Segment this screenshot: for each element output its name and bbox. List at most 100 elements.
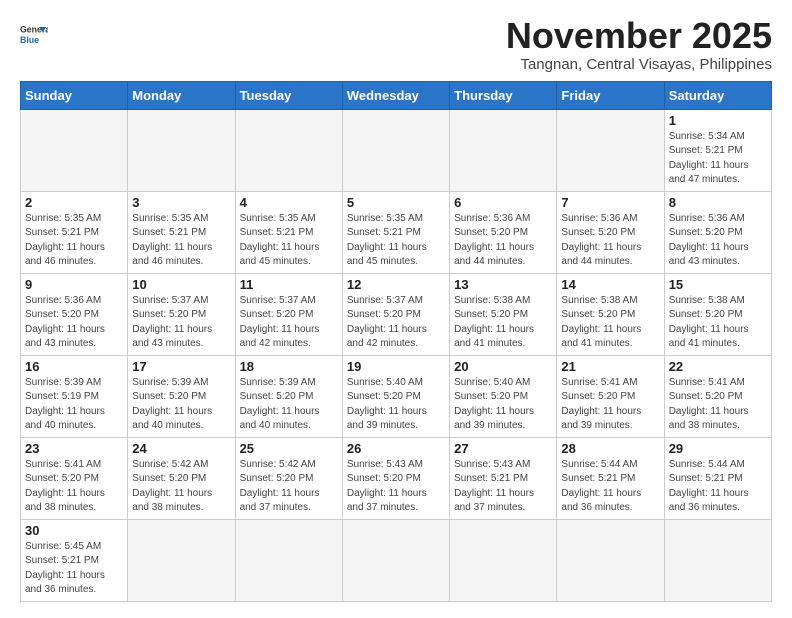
calendar-cell <box>342 519 449 601</box>
day-number: 5 <box>347 195 445 210</box>
day-info: Sunrise: 5:35 AM Sunset: 5:21 PM Dayligh… <box>132 212 230 270</box>
day-info: Sunrise: 5:44 AM Sunset: 5:21 PM Dayligh… <box>669 458 767 516</box>
day-info: Sunrise: 5:43 AM Sunset: 5:20 PM Dayligh… <box>347 458 445 516</box>
location-title: Tangnan, Central Visayas, Philippines <box>506 56 772 73</box>
month-title: November 2025 <box>506 16 772 56</box>
day-number: 30 <box>25 523 123 538</box>
day-number: 18 <box>240 359 338 374</box>
calendar-week-row: 9 Sunrise: 5:36 AM Sunset: 5:20 PM Daylig… <box>21 273 772 355</box>
day-number: 4 <box>240 195 338 210</box>
day-number: 25 <box>240 441 338 456</box>
day-number: 28 <box>561 441 659 456</box>
day-number: 22 <box>669 359 767 374</box>
calendar-cell: 15 Sunrise: 5:38 AM Sunset: 5:20 PM Dayli… <box>664 273 771 355</box>
day-info: Sunrise: 5:35 AM Sunset: 5:21 PM Dayligh… <box>347 212 445 270</box>
day-number: 13 <box>454 277 552 292</box>
calendar-cell <box>21 109 128 191</box>
calendar-week-row: 2 Sunrise: 5:35 AM Sunset: 5:21 PM Daylig… <box>21 191 772 273</box>
calendar-cell: 21Sunrise: 5:41 AM Sunset: 5:20 PM Dayli… <box>557 355 664 437</box>
svg-text:Blue: Blue <box>20 35 39 45</box>
title-block: November 2025 Tangnan, Central Visayas, … <box>506 16 772 73</box>
day-number: 14 <box>561 277 659 292</box>
day-info: Sunrise: 5:36 AM Sunset: 5:20 PM Dayligh… <box>454 212 552 270</box>
day-number: 27 <box>454 441 552 456</box>
day-number: 1 <box>669 113 767 128</box>
day-info: Sunrise: 5:40 AM Sunset: 5:20 PM Dayligh… <box>347 376 445 434</box>
day-info: Sunrise: 5:35 AM Sunset: 5:21 PM Dayligh… <box>25 212 123 270</box>
calendar-cell <box>342 109 449 191</box>
calendar-cell: 26 Sunrise: 5:43 AM Sunset: 5:20 PM Dayli… <box>342 437 449 519</box>
calendar-cell <box>450 109 557 191</box>
day-info: Sunrise: 5:45 AM Sunset: 5:21 PM Dayligh… <box>25 540 123 598</box>
weekday-header-sunday: Sunday <box>21 81 128 109</box>
calendar-cell: 24 Sunrise: 5:42 AM Sunset: 5:20 PM Dayli… <box>128 437 235 519</box>
day-number: 11 <box>240 277 338 292</box>
day-info: Sunrise: 5:35 AM Sunset: 5:21 PM Dayligh… <box>240 212 338 270</box>
calendar-week-row: 1Sunrise: 5:34 AM Sunset: 5:21 PM Daylig… <box>21 109 772 191</box>
calendar-cell: 2 Sunrise: 5:35 AM Sunset: 5:21 PM Daylig… <box>21 191 128 273</box>
calendar-table: SundayMondayTuesdayWednesdayThursdayFrid… <box>20 81 772 602</box>
day-info: Sunrise: 5:39 AM Sunset: 5:20 PM Dayligh… <box>240 376 338 434</box>
day-number: 8 <box>669 195 767 210</box>
day-number: 2 <box>25 195 123 210</box>
calendar-cell: 1Sunrise: 5:34 AM Sunset: 5:21 PM Daylig… <box>664 109 771 191</box>
day-number: 19 <box>347 359 445 374</box>
day-info: Sunrise: 5:41 AM Sunset: 5:20 PM Dayligh… <box>669 376 767 434</box>
calendar-cell <box>557 519 664 601</box>
day-number: 15 <box>669 277 767 292</box>
calendar-cell <box>128 109 235 191</box>
day-number: 16 <box>25 359 123 374</box>
calendar-cell: 18 Sunrise: 5:39 AM Sunset: 5:20 PM Dayli… <box>235 355 342 437</box>
calendar-cell: 13 Sunrise: 5:38 AM Sunset: 5:20 PM Dayli… <box>450 273 557 355</box>
calendar-cell: 11 Sunrise: 5:37 AM Sunset: 5:20 PM Dayli… <box>235 273 342 355</box>
day-number: 29 <box>669 441 767 456</box>
weekday-header-thursday: Thursday <box>450 81 557 109</box>
day-info: Sunrise: 5:37 AM Sunset: 5:20 PM Dayligh… <box>347 294 445 352</box>
calendar-cell <box>557 109 664 191</box>
calendar-cell: 27Sunrise: 5:43 AM Sunset: 5:21 PM Dayli… <box>450 437 557 519</box>
day-info: Sunrise: 5:42 AM Sunset: 5:20 PM Dayligh… <box>132 458 230 516</box>
weekday-header-monday: Monday <box>128 81 235 109</box>
day-info: Sunrise: 5:36 AM Sunset: 5:20 PM Dayligh… <box>25 294 123 352</box>
day-info: Sunrise: 5:38 AM Sunset: 5:20 PM Dayligh… <box>454 294 552 352</box>
calendar-cell <box>450 519 557 601</box>
calendar-cell: 22 Sunrise: 5:41 AM Sunset: 5:20 PM Dayli… <box>664 355 771 437</box>
calendar-cell <box>235 109 342 191</box>
calendar-cell: 25 Sunrise: 5:42 AM Sunset: 5:20 PM Dayli… <box>235 437 342 519</box>
calendar-cell: 4 Sunrise: 5:35 AM Sunset: 5:21 PM Daylig… <box>235 191 342 273</box>
weekday-header-wednesday: Wednesday <box>342 81 449 109</box>
day-info: Sunrise: 5:37 AM Sunset: 5:20 PM Dayligh… <box>240 294 338 352</box>
day-number: 12 <box>347 277 445 292</box>
calendar-cell: 17Sunrise: 5:39 AM Sunset: 5:20 PM Dayli… <box>128 355 235 437</box>
weekday-header-tuesday: Tuesday <box>235 81 342 109</box>
day-number: 24 <box>132 441 230 456</box>
day-info: Sunrise: 5:44 AM Sunset: 5:21 PM Dayligh… <box>561 458 659 516</box>
day-info: Sunrise: 5:39 AM Sunset: 5:20 PM Dayligh… <box>132 376 230 434</box>
logo: General Blue <box>20 20 48 48</box>
calendar-cell: 23Sunrise: 5:41 AM Sunset: 5:20 PM Dayli… <box>21 437 128 519</box>
calendar-cell: 29 Sunrise: 5:44 AM Sunset: 5:21 PM Dayli… <box>664 437 771 519</box>
day-number: 9 <box>25 277 123 292</box>
calendar-week-row: 30 Sunrise: 5:45 AM Sunset: 5:21 PM Dayli… <box>21 519 772 601</box>
weekday-header-saturday: Saturday <box>664 81 771 109</box>
calendar-week-row: 23Sunrise: 5:41 AM Sunset: 5:20 PM Dayli… <box>21 437 772 519</box>
day-number: 23 <box>25 441 123 456</box>
calendar-cell <box>664 519 771 601</box>
day-info: Sunrise: 5:39 AM Sunset: 5:19 PM Dayligh… <box>25 376 123 434</box>
weekday-header-row: SundayMondayTuesdayWednesdayThursdayFrid… <box>21 81 772 109</box>
weekday-header-friday: Friday <box>557 81 664 109</box>
logo-icon: General Blue <box>20 20 48 48</box>
calendar-cell: 10Sunrise: 5:37 AM Sunset: 5:20 PM Dayli… <box>128 273 235 355</box>
day-number: 26 <box>347 441 445 456</box>
day-info: Sunrise: 5:40 AM Sunset: 5:20 PM Dayligh… <box>454 376 552 434</box>
day-number: 7 <box>561 195 659 210</box>
calendar-cell <box>128 519 235 601</box>
day-number: 20 <box>454 359 552 374</box>
day-info: Sunrise: 5:42 AM Sunset: 5:20 PM Dayligh… <box>240 458 338 516</box>
day-info: Sunrise: 5:37 AM Sunset: 5:20 PM Dayligh… <box>132 294 230 352</box>
day-number: 21 <box>561 359 659 374</box>
calendar-cell <box>235 519 342 601</box>
calendar-cell: 30 Sunrise: 5:45 AM Sunset: 5:21 PM Dayli… <box>21 519 128 601</box>
day-info: Sunrise: 5:38 AM Sunset: 5:20 PM Dayligh… <box>669 294 767 352</box>
calendar-cell: 20 Sunrise: 5:40 AM Sunset: 5:20 PM Dayli… <box>450 355 557 437</box>
